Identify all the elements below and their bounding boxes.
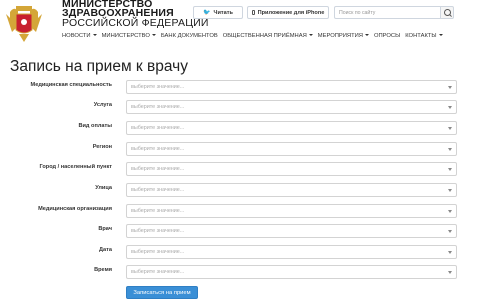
city-select[interactable]: выберите значение... — [126, 162, 457, 176]
select-placeholder: выберите значение... — [131, 146, 185, 152]
nav-label: КОНТАКТЫ — [405, 33, 437, 39]
form-row-service: Услуга выберите значение... — [0, 100, 504, 114]
field-label: Регион — [92, 144, 112, 150]
nav-item-news[interactable]: НОВОСТИ — [62, 33, 97, 39]
nav-label: ОПРОСЫ — [374, 33, 401, 39]
search-placeholder: Поиск по сайту — [339, 9, 376, 16]
iphone-app-button[interactable]: Приложение для iPhone — [247, 6, 329, 19]
select-placeholder: выберите значение... — [131, 269, 185, 275]
form-row-date: Дата выберите значение... — [0, 245, 504, 259]
chevron-down-icon — [448, 271, 452, 274]
chevron-down-icon — [365, 34, 369, 37]
field-label: Медицинская организация — [38, 206, 112, 212]
search-input[interactable]: Поиск по сайту — [334, 6, 441, 19]
chevron-down-icon — [448, 106, 452, 109]
street-select[interactable]: выберите значение... — [126, 183, 457, 197]
field-label: Медицинская специальность — [30, 82, 112, 88]
form-row-organization: Медицинская организация выберите значени… — [0, 204, 504, 218]
chevron-down-icon — [308, 34, 313, 37]
select-placeholder: выберите значение... — [131, 166, 185, 172]
form-row-payment: Вид оплаты выберите значение... — [0, 121, 504, 135]
form-row-specialty: Медицинская специальность выберите значе… — [0, 80, 504, 94]
date-select[interactable]: выберите значение... — [126, 245, 457, 259]
ministry-title[interactable]: МИНИСТЕРСТВО ЗДРАВООХРАНЕНИЯ РОССИЙСКОЙ … — [62, 0, 209, 28]
submit-appointment-button[interactable]: Записаться на прием — [126, 286, 198, 299]
twitter-icon: 🐦 — [203, 10, 211, 16]
nav-label: МИНИСТЕРСТВО — [101, 33, 150, 39]
chevron-down-icon — [448, 127, 452, 130]
read-twitter-button[interactable]: 🐦 Читать — [193, 6, 243, 19]
iphone-button-label: Приложение для iPhone — [257, 9, 325, 16]
chevron-down-icon — [438, 34, 443, 37]
nav-item-events[interactable]: МЕРОПРИЯТИЯ — [318, 33, 369, 39]
select-placeholder: выберите значение... — [131, 125, 185, 131]
nav-item-ministry[interactable]: МИНИСТЕРСТВО — [102, 33, 156, 39]
chevron-down-icon — [448, 189, 452, 192]
site-header: МИНИСТЕРСТВО ЗДРАВООХРАНЕНИЯ РОССИЙСКОЙ … — [0, 0, 504, 52]
service-select[interactable]: выберите значение... — [126, 100, 457, 114]
page-title: Запись на прием к врачу — [10, 58, 188, 75]
nav-item-contacts[interactable]: КОНТАКТЫ — [405, 33, 443, 39]
chevron-down-icon — [448, 251, 452, 254]
chevron-down-icon — [448, 210, 452, 213]
nav-item-public-reception[interactable]: ОБЩЕСТВЕННАЯ ПРИЁМНАЯ — [223, 33, 313, 39]
nav-label: НОВОСТИ — [62, 33, 91, 39]
nav-label: ОБЩЕСТВЕННАЯ ПРИЁМНАЯ — [222, 33, 307, 39]
chevron-down-icon — [448, 148, 452, 151]
search-icon[interactable] — [440, 6, 454, 19]
form-row-street: Улица выберите значение... — [0, 183, 504, 197]
chevron-down-icon — [92, 34, 97, 37]
doctor-select[interactable]: выберите значение... — [126, 224, 457, 238]
region-select[interactable]: выберите значение... — [126, 142, 457, 156]
field-label: Улица — [95, 185, 112, 191]
phone-icon — [251, 10, 255, 15]
form-row-time: Время выберите значение... — [0, 265, 504, 279]
emblem-icon[interactable] — [4, 2, 44, 44]
form-row-city: Город / населенный пункт выберите значен… — [0, 162, 504, 176]
select-placeholder: выберите значение... — [131, 208, 185, 214]
chevron-down-icon — [448, 86, 452, 89]
chevron-down-icon — [448, 168, 452, 171]
select-placeholder: выберите значение... — [131, 228, 185, 234]
field-label: Врач — [98, 226, 112, 232]
organization-select[interactable]: выберите значение... — [126, 204, 457, 218]
form-row-doctor: Врач выберите значение... — [0, 224, 504, 238]
chevron-down-icon — [448, 230, 452, 233]
select-placeholder: выберите значение... — [131, 187, 185, 193]
ministry-line3: РОССИЙСКОЙ ФЕДЕРАЦИИ — [62, 17, 209, 29]
nav-item-polls[interactable]: ОПРОСЫ — [374, 33, 400, 39]
specialty-select[interactable]: выберите значение... — [126, 80, 457, 94]
payment-type-select[interactable]: выберите значение... — [126, 121, 457, 135]
chevron-down-icon — [151, 34, 156, 37]
field-label: Вид оплаты — [78, 123, 112, 129]
select-placeholder: выберите значение... — [131, 84, 185, 90]
form-row-region: Регион выберите значение... — [0, 142, 504, 156]
field-label: Время — [94, 267, 112, 273]
nav-label: МЕРОПРИЯТИЯ — [317, 33, 363, 39]
time-select[interactable]: выберите значение... — [126, 265, 457, 279]
field-label: Город / населенный пункт — [39, 164, 112, 170]
field-label: Услуга — [93, 102, 112, 108]
main-nav: НОВОСТИ МИНИСТЕРСТВО БАНК ДОКУМЕНТОВ ОБЩ… — [62, 33, 448, 39]
select-placeholder: выберите значение... — [131, 104, 185, 110]
nav-label: БАНК ДОКУМЕНТОВ — [160, 33, 218, 39]
select-placeholder: выберите значение... — [131, 249, 185, 255]
field-label: Дата — [99, 247, 112, 253]
read-button-label: Читать — [213, 9, 233, 16]
nav-item-documents[interactable]: БАНК ДОКУМЕНТОВ — [161, 33, 218, 39]
